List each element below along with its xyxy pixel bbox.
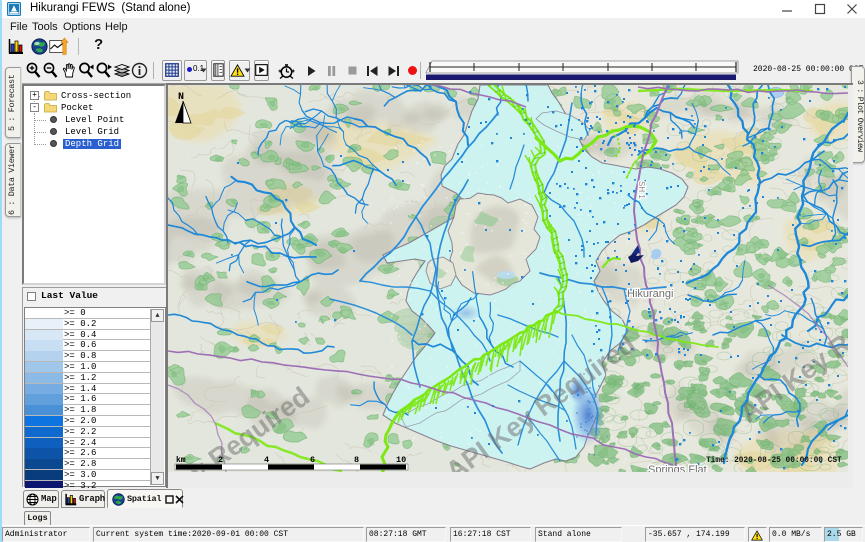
svg-text:Time: 2020-08-25 00:00:00 CST: Time: 2020-08-25 00:00:00 CST [706, 457, 842, 465]
svg-text:2: 2 [218, 455, 223, 465]
svg-text:4: 4 [264, 455, 269, 465]
svg-text:8: 8 [354, 455, 359, 465]
svg-text:10: 10 [396, 455, 406, 465]
svg-text:SH 1: SH 1 [637, 181, 646, 199]
svg-text:km: km [176, 456, 186, 465]
svg-text:Hikurangi: Hikurangi [627, 288, 673, 300]
svg-text:6: 6 [310, 455, 315, 465]
svg-text:Springs Flat: Springs Flat [648, 464, 707, 472]
